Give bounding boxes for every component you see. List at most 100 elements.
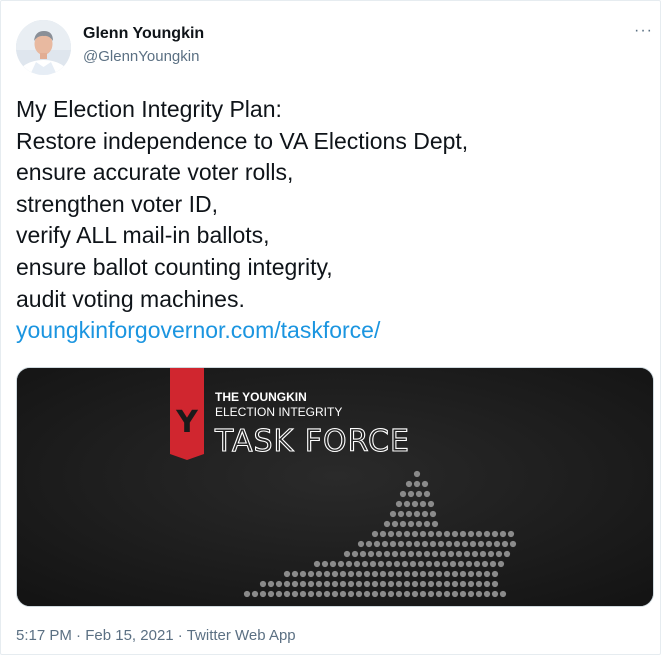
map-dot [423, 520, 431, 528]
map-dot [429, 540, 437, 548]
map-dot [461, 540, 469, 548]
map-dot [339, 590, 347, 598]
map-dot [413, 510, 421, 518]
map-dot [451, 580, 459, 588]
map-dot [411, 580, 419, 588]
map-dot [373, 540, 381, 548]
map-dot [483, 570, 491, 578]
map-dot [403, 530, 411, 538]
map-dot [397, 540, 405, 548]
map-dot [331, 580, 339, 588]
tweet-text-line: verify ALL mail-in ballots, [16, 222, 270, 249]
map-dot [419, 570, 427, 578]
map-dot [393, 560, 401, 568]
map-dot [397, 510, 405, 518]
map-dot [307, 580, 315, 588]
graphic-line-1: THE YOUNGKIN [215, 390, 307, 404]
map-dot [495, 550, 503, 558]
map-dot [355, 590, 363, 598]
map-dot [405, 480, 413, 488]
map-dot [389, 540, 397, 548]
map-dot [411, 500, 419, 508]
map-dot [395, 580, 403, 588]
map-dot [369, 560, 377, 568]
map-dot [473, 560, 481, 568]
map-dot [345, 560, 353, 568]
map-dot [371, 590, 379, 598]
map-dot [415, 520, 423, 528]
map-dot [421, 480, 429, 488]
map-dot [411, 570, 419, 578]
task-force-graphic: Y THE YOUNGKIN ELECTION INTEGRITY TASK F… [17, 368, 653, 606]
tweet-link[interactable]: youngkinforgovernor.com/taskforce/ [16, 315, 646, 347]
meta-separator: · [71, 627, 86, 644]
map-dot [491, 530, 499, 538]
map-dot [291, 570, 299, 578]
map-dot [471, 550, 479, 558]
map-dot [435, 570, 443, 578]
map-dot [359, 550, 367, 558]
tweet-time[interactable]: 5:17 PM [16, 627, 72, 644]
map-dot [389, 510, 397, 518]
map-dot [299, 590, 307, 598]
map-dot [363, 590, 371, 598]
author-handle[interactable]: @GlennYoungkin [83, 48, 199, 65]
map-dot [415, 490, 423, 498]
tweet-media-image[interactable]: Y THE YOUNGKIN ELECTION INTEGRITY TASK F… [16, 367, 654, 607]
map-dot [455, 550, 463, 558]
map-dot [499, 590, 507, 598]
map-dot [419, 530, 427, 538]
map-dot [299, 580, 307, 588]
map-dot [331, 590, 339, 598]
map-dot [379, 570, 387, 578]
map-dot [443, 590, 451, 598]
map-dot [443, 570, 451, 578]
tweet-source[interactable]: Twitter Web App [187, 627, 296, 644]
tweet-text-line: ensure ballot counting integrity, [16, 253, 333, 280]
map-dot [323, 580, 331, 588]
tweet-text-line: strengthen voter ID, [16, 190, 218, 217]
tweet-text: My Election Integrity Plan: Restore inde… [16, 94, 646, 347]
map-dot [417, 560, 425, 568]
map-dot [467, 580, 475, 588]
map-dot [323, 570, 331, 578]
tweet-date[interactable]: Feb 15, 2021 [85, 627, 173, 644]
author-avatar[interactable] [16, 20, 71, 75]
map-dot [415, 550, 423, 558]
map-dot [503, 550, 511, 558]
map-dot [475, 570, 483, 578]
map-dot [483, 580, 491, 588]
map-dot [395, 570, 403, 578]
map-dot [291, 590, 299, 598]
map-dot [467, 530, 475, 538]
map-dot [405, 540, 413, 548]
map-dot [437, 540, 445, 548]
map-dot [439, 550, 447, 558]
map-dot [399, 550, 407, 558]
map-dot [413, 470, 421, 478]
map-dot [413, 480, 421, 488]
map-dot [307, 590, 315, 598]
author-display-name[interactable]: Glenn Youngkin [83, 25, 204, 43]
map-dot [405, 510, 413, 518]
map-dot [433, 560, 441, 568]
map-dot [315, 580, 323, 588]
map-dot [467, 590, 475, 598]
more-options-icon[interactable]: ··· [634, 22, 653, 40]
map-dot [491, 590, 499, 598]
map-dot [475, 530, 483, 538]
map-dot [459, 570, 467, 578]
map-dot [395, 500, 403, 508]
map-dot [383, 550, 391, 558]
tweet-card: Glenn Youngkin @GlennYoungkin ··· My Ele… [0, 0, 661, 655]
map-dot [475, 580, 483, 588]
tweet-meta: 5:17 PM · Feb 15, 2021 · Twitter Web App [16, 627, 296, 644]
map-dot [275, 580, 283, 588]
map-dot [499, 530, 507, 538]
map-dot [477, 540, 485, 548]
map-dot [411, 530, 419, 538]
map-dot [351, 550, 359, 558]
map-dot [407, 520, 415, 528]
map-dot [441, 560, 449, 568]
map-dot [459, 590, 467, 598]
